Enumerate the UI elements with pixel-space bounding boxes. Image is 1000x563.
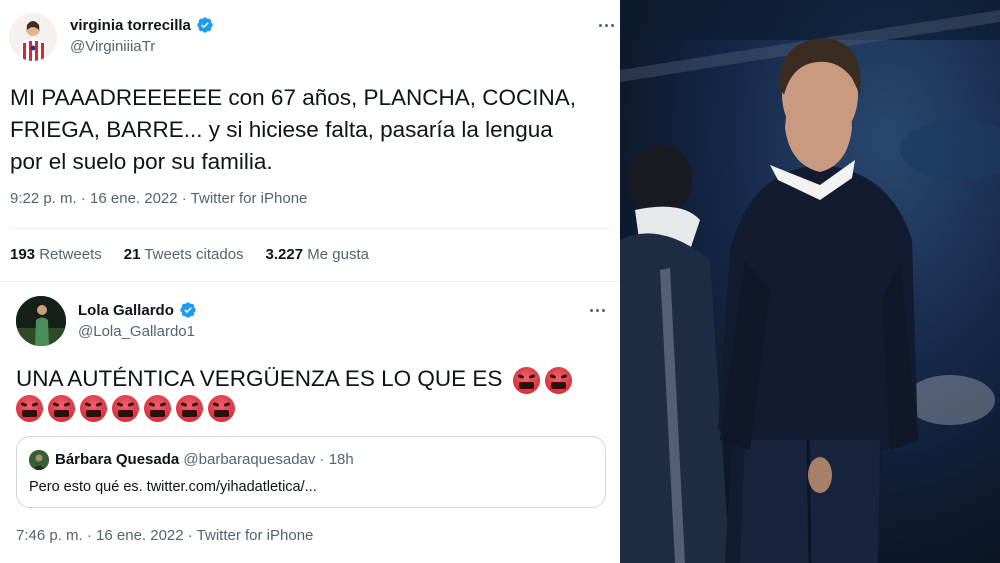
tweet2-author-name[interactable]: Lola Gallardo bbox=[78, 302, 174, 319]
tweet2-name-row: Lola Gallardo bbox=[78, 301, 197, 319]
quoted-tweet-card[interactable]: Bárbara Quesada @barbaraquesadav · 18h P… bbox=[16, 436, 606, 508]
tweet1-name-row: virginia torrecilla bbox=[70, 16, 214, 34]
angry-emoji-icon bbox=[48, 395, 75, 422]
avatar-barbara bbox=[29, 450, 49, 470]
avatar-lola[interactable] bbox=[16, 296, 66, 346]
tweet2-text: UNA AUTÉNTICA VERGÜENZA ES LO QUE ES bbox=[16, 366, 503, 391]
stat-likes[interactable]: 3.227 Me gusta bbox=[266, 246, 369, 263]
tweets-panel: virginia torrecilla @VirginiiiaTr MI PAA… bbox=[0, 0, 620, 563]
avatar-virginia[interactable] bbox=[9, 13, 57, 61]
avatar-virginia-image bbox=[9, 13, 57, 61]
tweet2-text-line1: UNA AUTÉNTICA VERGÜENZA ES LO QUE ES bbox=[16, 365, 577, 394]
avatar-barbara-image bbox=[29, 450, 49, 470]
more-options-icon[interactable] bbox=[586, 303, 608, 317]
divider bbox=[10, 228, 614, 229]
man-in-navy-sweater-photo bbox=[620, 0, 1000, 563]
tweet1-stats: 193 Retweets 21 Tweets citados 3.227 Me … bbox=[10, 246, 369, 263]
angry-emoji-icon bbox=[112, 395, 139, 422]
quote-author-name: Bárbara Quesada bbox=[55, 451, 180, 468]
tweet2-timestamp[interactable]: 7:46 p. m. · 16 ene. 2022 · Twitter for … bbox=[16, 527, 313, 544]
tweet1-text-line: FRIEGA, BARRE... y si hiciese falta, pas… bbox=[10, 117, 553, 142]
angry-emoji-row bbox=[16, 395, 240, 423]
divider bbox=[0, 281, 620, 282]
angry-emoji-icon bbox=[80, 395, 107, 422]
angry-emoji-icon bbox=[176, 395, 203, 422]
quote-header: Bárbara Quesada @barbaraquesadav · 18h bbox=[55, 451, 354, 468]
angry-emoji-icon bbox=[144, 395, 171, 422]
more-options-icon[interactable] bbox=[595, 18, 617, 32]
quote-text: Pero esto qué es. twitter.com/yihadatlet… bbox=[29, 479, 317, 495]
tweet2-handle[interactable]: @Lola_Gallardo1 bbox=[78, 323, 195, 340]
angry-emoji-icon bbox=[208, 395, 235, 422]
angry-emoji-icon bbox=[544, 366, 572, 394]
angry-emoji-group bbox=[512, 366, 577, 394]
angry-emoji-icon bbox=[16, 395, 43, 422]
tweet1-handle[interactable]: @VirginiiiaTr bbox=[70, 38, 155, 55]
stadium-photo-image bbox=[620, 0, 1000, 563]
stat-quote-tweets[interactable]: 21 Tweets citados bbox=[124, 246, 244, 263]
tweet1-text-line: por el suelo por su familia. bbox=[10, 149, 273, 174]
verified-badge-icon bbox=[180, 302, 196, 318]
tweet1-text-line: MI PAAADREEEEEE con 67 años, PLANCHA, CO… bbox=[10, 85, 577, 110]
tweet1-author-name[interactable]: virginia torrecilla bbox=[70, 17, 191, 34]
angry-emoji-icon bbox=[512, 366, 540, 394]
avatar-lola-image bbox=[16, 296, 66, 346]
stat-retweets[interactable]: 193 Retweets bbox=[10, 246, 102, 263]
verified-badge-icon bbox=[197, 17, 213, 33]
tweet1-timestamp[interactable]: 9:22 p. m. · 16 ene. 2022 · Twitter for … bbox=[10, 190, 307, 207]
tweet1-text: MI PAAADREEEEEE con 67 años, PLANCHA, CO… bbox=[10, 82, 620, 178]
quote-handle-time: @barbaraquesadav · 18h bbox=[183, 451, 354, 468]
